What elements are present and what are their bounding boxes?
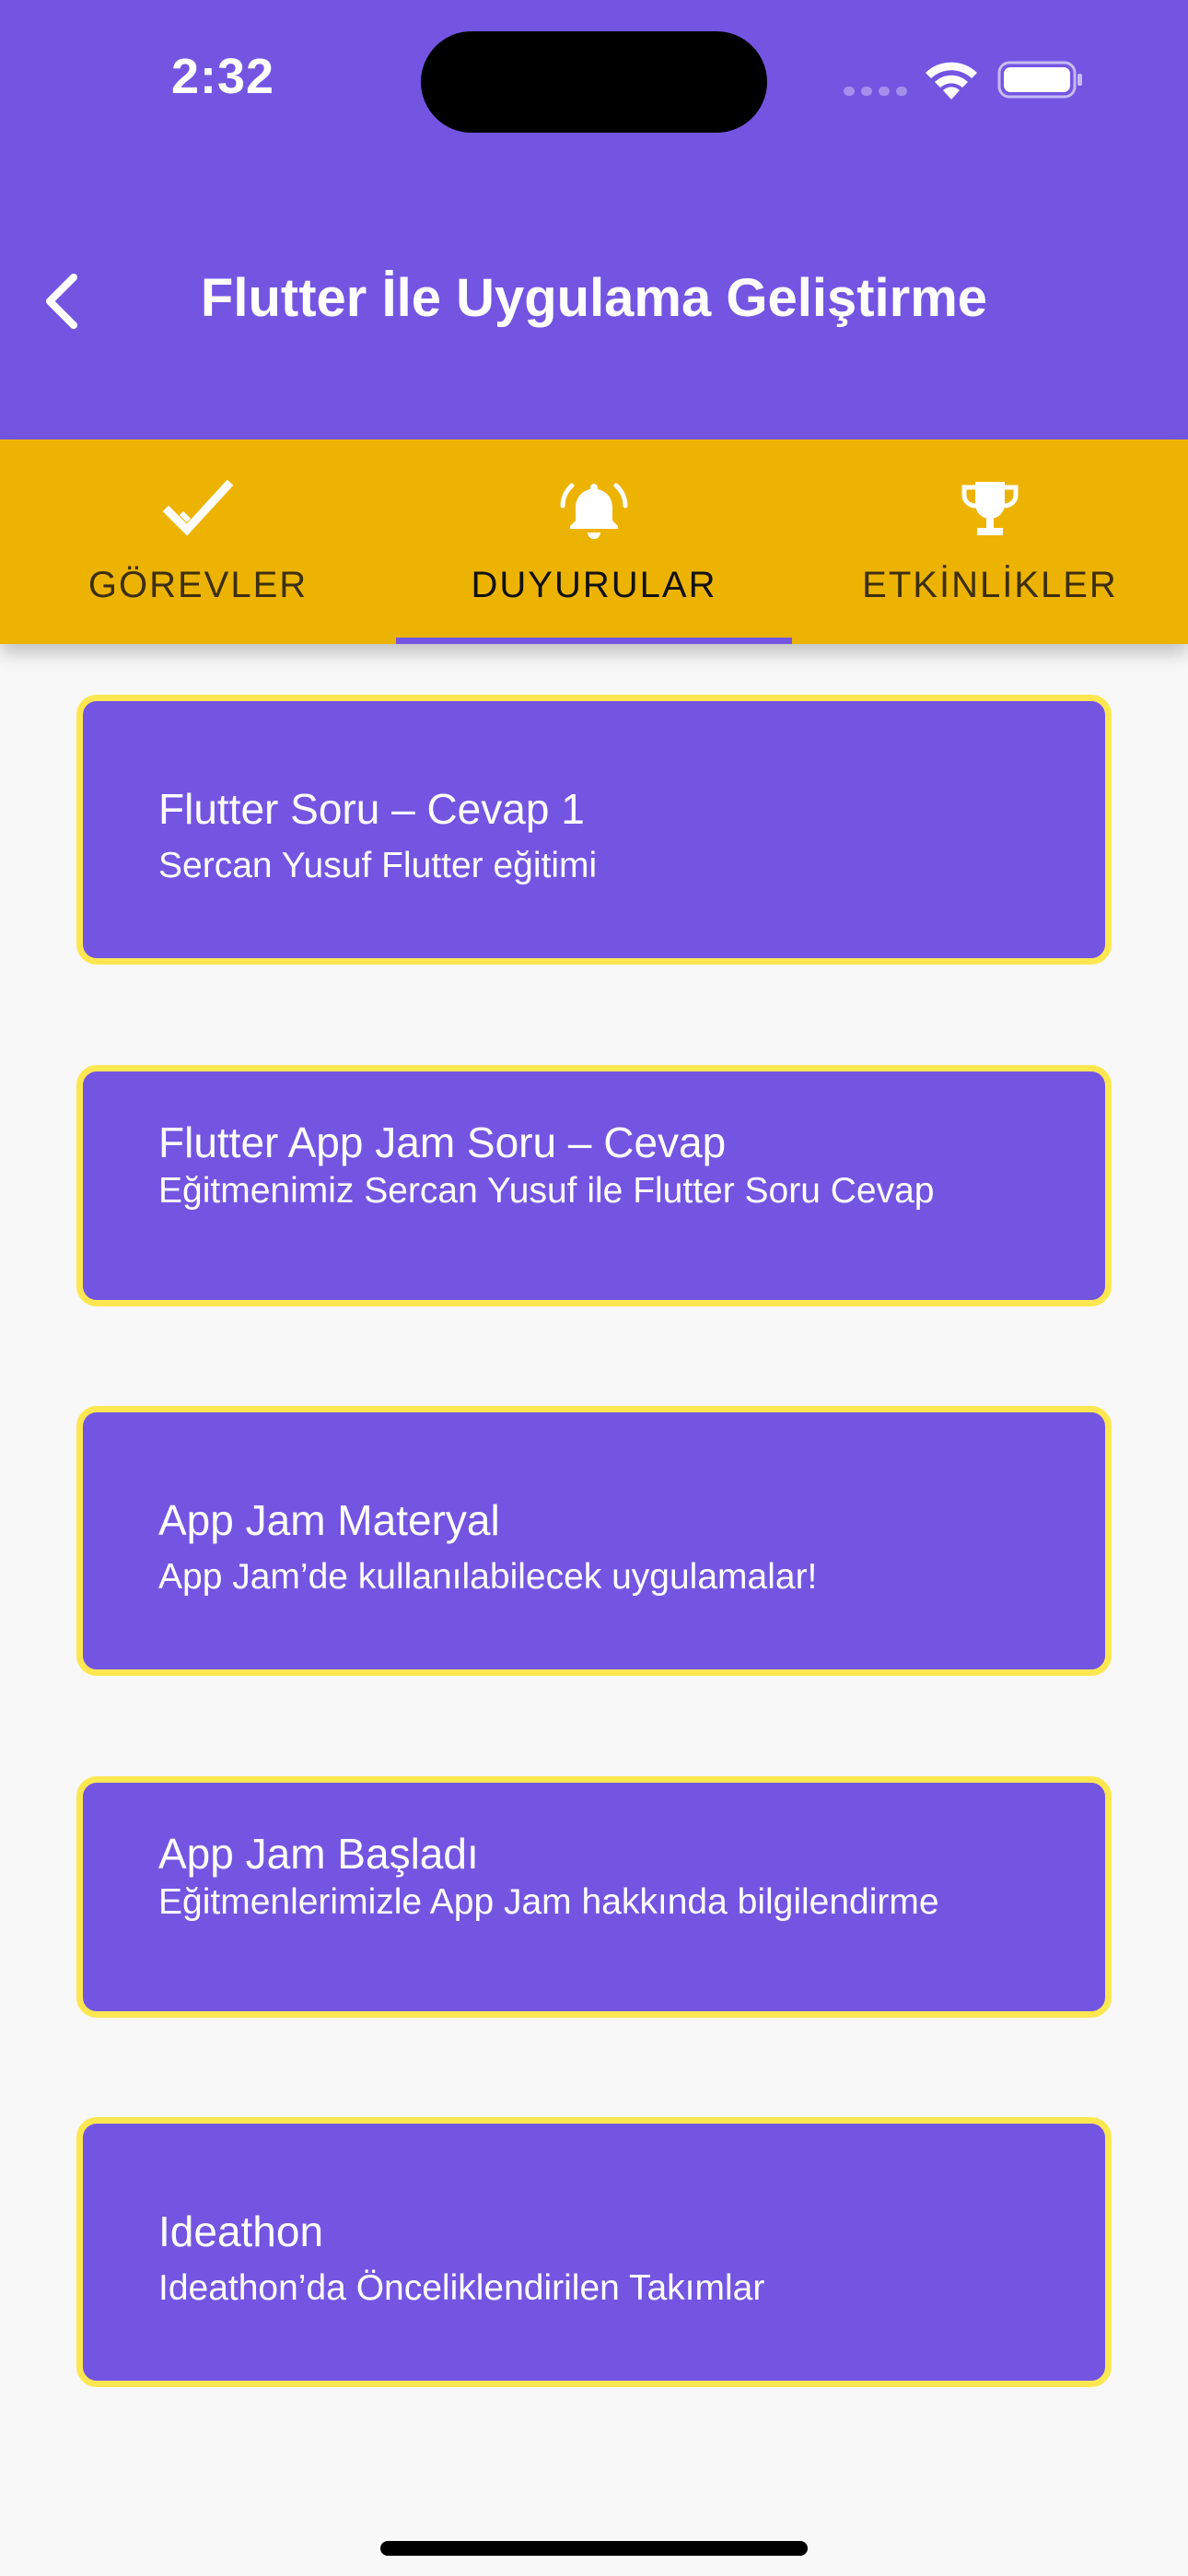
- status-time: 2:32: [171, 49, 275, 104]
- battery-icon: [997, 61, 1082, 99]
- tab-duyurular[interactable]: DUYURULAR: [396, 439, 792, 644]
- announcement-title: Ideathon: [158, 2207, 324, 2255]
- announcement-card[interactable]: Flutter App Jam Soru – Cevap Eğitmenimiz…: [76, 1065, 1112, 1306]
- tab-gorevler[interactable]: GÖREVLER: [0, 439, 396, 644]
- announcement-subtitle: Eğitmenlerimizle App Jam hakkında bilgil…: [158, 1882, 939, 1922]
- announcement-title: App Jam Materyal: [158, 1496, 500, 1544]
- announcement-subtitle: Eğitmenimiz Sercan Yusuf ile Flutter Sor…: [158, 1171, 935, 1211]
- announcement-subtitle: Sercan Yusuf Flutter eğitimi: [158, 846, 598, 885]
- bell-ringing-icon: [560, 483, 628, 539]
- trophy-icon: [961, 482, 1019, 535]
- tab-bar: GÖREVLER DUYURULAR ETKİNLİKLER: [0, 439, 1188, 644]
- cellular-signal-icon: [844, 87, 907, 96]
- announcement-title: App Jam Başladı: [158, 1830, 479, 1878]
- check-icon: [162, 479, 234, 536]
- chevron-left-icon: [46, 274, 77, 329]
- announcement-card[interactable]: Flutter Soru – Cevap 1 Sercan Yusuf Flut…: [76, 695, 1112, 965]
- active-tab-indicator: [396, 638, 792, 644]
- announcement-title: Flutter App Jam Soru – Cevap: [158, 1118, 727, 1166]
- app-bar: 2:32 Flutter İle Uygulama Geliştirme: [0, 0, 1188, 439]
- announcement-card[interactable]: Ideathon Ideathon’da Önceliklendirilen T…: [76, 2117, 1112, 2387]
- tab-label: DUYURULAR: [471, 565, 717, 605]
- tab-etkinlikler[interactable]: ETKİNLİKLER: [792, 439, 1188, 644]
- announcement-subtitle: App Jam’de kullanılabilecek uygulamalar!: [158, 1557, 818, 1597]
- home-indicator[interactable]: [380, 2541, 808, 2556]
- page-title: Flutter İle Uygulama Geliştirme: [200, 268, 988, 328]
- dynamic-island: [421, 31, 767, 133]
- back-button[interactable]: [33, 260, 88, 343]
- announcement-title: Flutter Soru – Cevap 1: [158, 785, 585, 833]
- announcement-card[interactable]: App Jam Başladı Eğitmenlerimizle App Jam…: [76, 1776, 1112, 2018]
- tab-label: GÖREVLER: [87, 565, 309, 605]
- wifi-icon: [926, 62, 977, 100]
- announcement-card[interactable]: App Jam Materyal App Jam’de kullanılabil…: [76, 1406, 1112, 1676]
- announcement-subtitle: Ideathon’da Önceliklendirilen Takımlar: [158, 2268, 765, 2308]
- tab-label: ETKİNLİKLER: [862, 565, 1118, 605]
